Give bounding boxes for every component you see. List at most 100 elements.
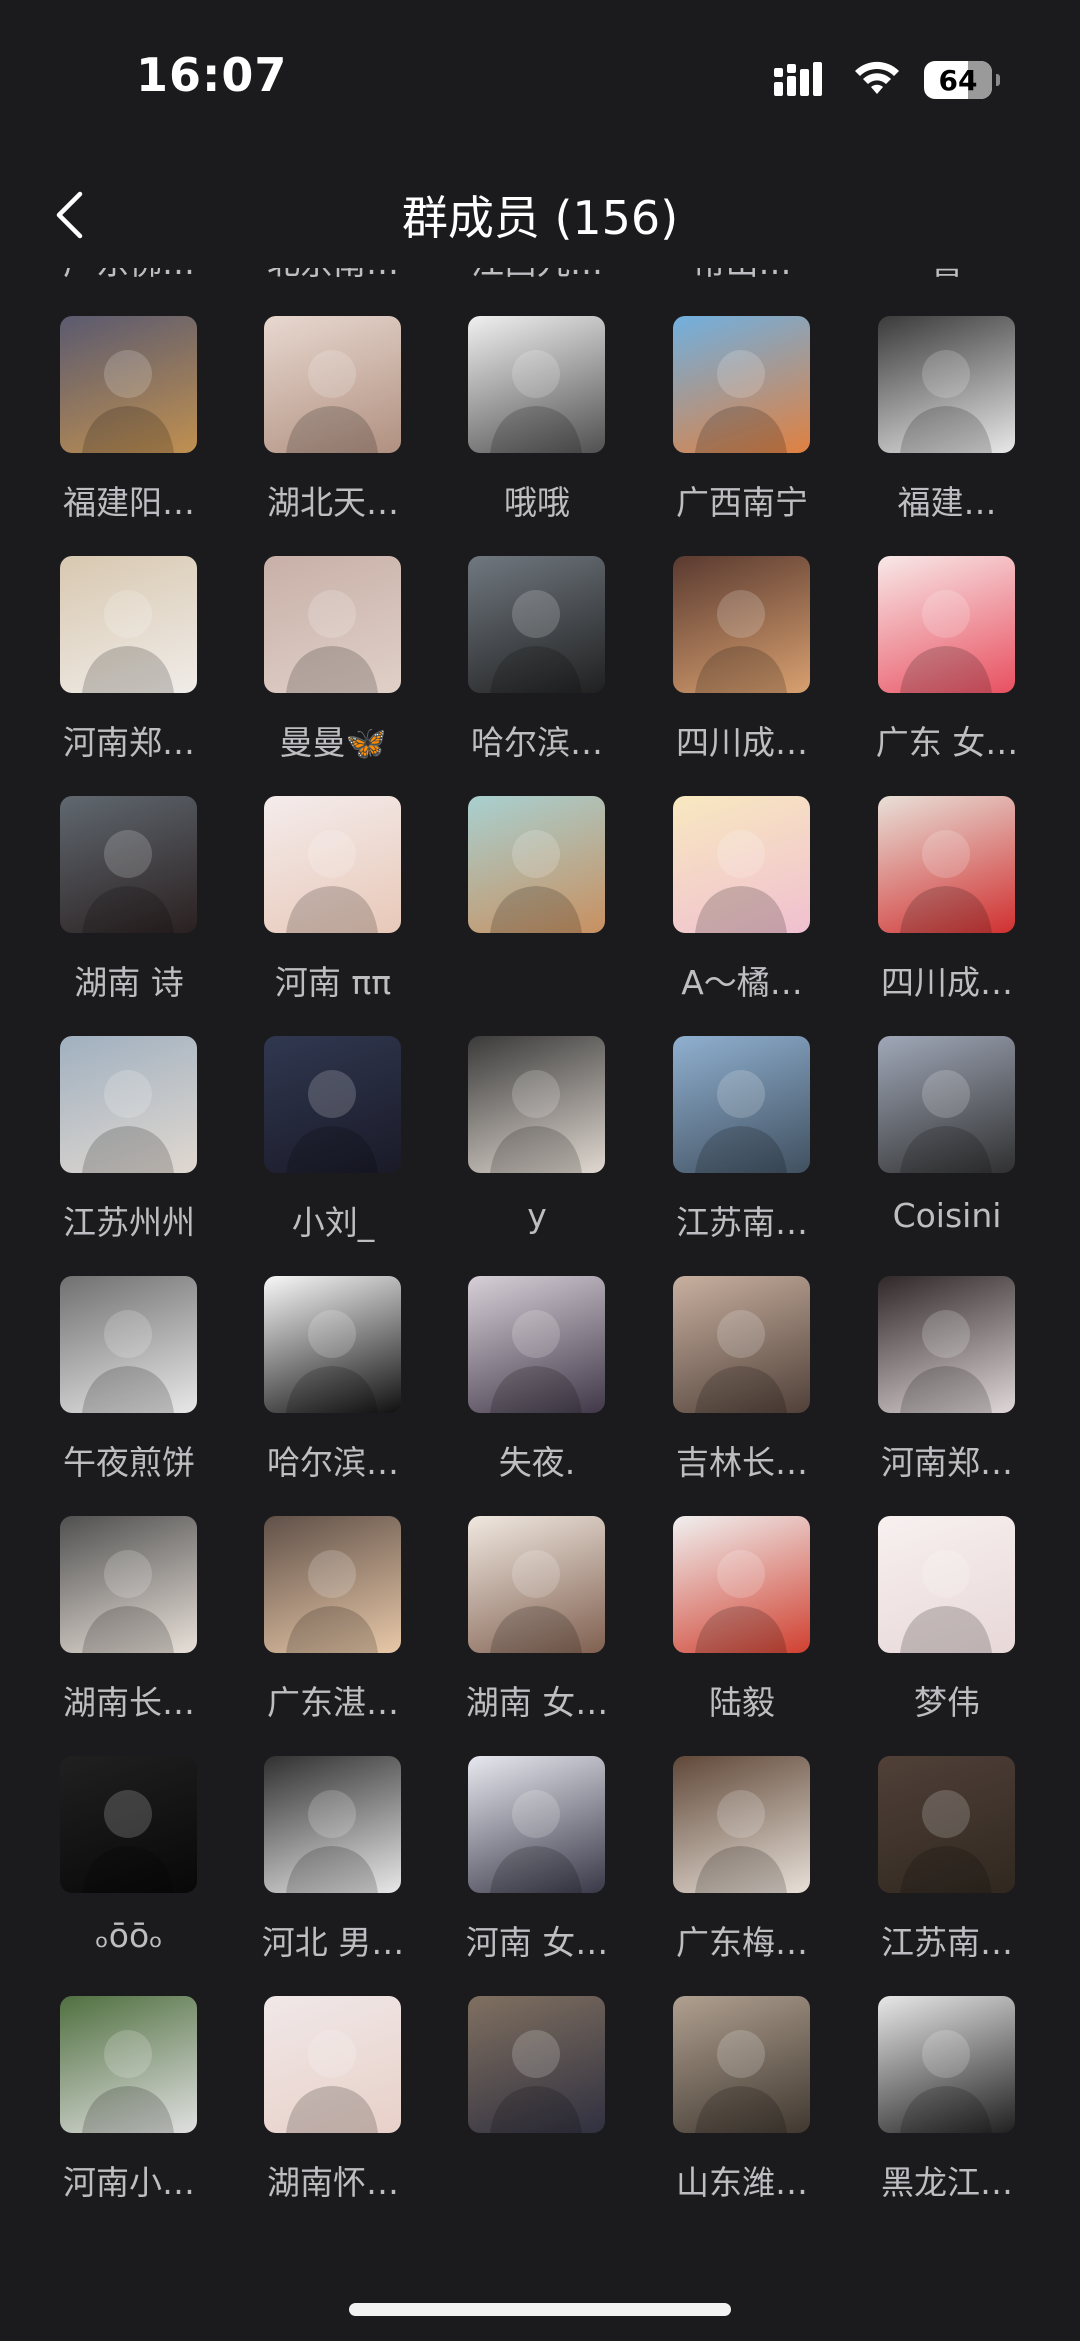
member-item[interactable]: 河南郑… (845, 1276, 1049, 1496)
member-name: 喜 (845, 268, 1049, 284)
member-avatar[interactable] (264, 316, 401, 453)
avatar-image (695, 350, 787, 453)
avatar-image (286, 590, 378, 693)
member-avatar[interactable] (673, 1036, 810, 1173)
member-avatar[interactable] (264, 1756, 401, 1893)
member-item[interactable]: 河南小… (27, 1996, 231, 2216)
member-item[interactable]: 广东 女… (845, 556, 1049, 776)
member-avatar[interactable] (60, 556, 197, 693)
member-item[interactable]: 哦哦 (435, 316, 639, 536)
member-avatar[interactable] (878, 1276, 1015, 1413)
avatar-image (900, 1790, 992, 1893)
member-avatar[interactable] (878, 1516, 1015, 1653)
member-avatar[interactable] (878, 556, 1015, 693)
member-avatar[interactable] (878, 796, 1015, 933)
member-avatar[interactable] (878, 1756, 1015, 1893)
member-avatar[interactable] (878, 1996, 1015, 2133)
member-avatar[interactable] (60, 1756, 197, 1893)
member-item[interactable]: 湖北天… (231, 316, 435, 536)
member-avatar[interactable] (878, 1036, 1015, 1173)
member-item[interactable]: 湖南 女… (435, 1516, 639, 1736)
member-item[interactable]: ₒōōₒ (27, 1756, 231, 1976)
member-avatar[interactable] (673, 1756, 810, 1893)
member-item[interactable]: 北京南… (231, 268, 435, 296)
member-item[interactable]: 哈尔滨… (231, 1276, 435, 1496)
member-item[interactable]: 山东潍… (640, 1996, 844, 2216)
member-avatar[interactable] (673, 1996, 810, 2133)
member-avatar[interactable] (264, 796, 401, 933)
member-avatar[interactable] (60, 316, 197, 453)
member-avatar[interactable] (878, 316, 1015, 453)
member-item[interactable]: 河南 ππ (231, 796, 435, 1016)
member-avatar[interactable] (468, 1276, 605, 1413)
member-avatar[interactable] (60, 1036, 197, 1173)
member-avatar[interactable] (468, 796, 605, 933)
avatar-image (82, 1790, 174, 1893)
member-avatar[interactable] (673, 1516, 810, 1653)
member-item[interactable]: Coisini (845, 1036, 1049, 1256)
member-item[interactable]: 哈尔滨… (435, 556, 639, 776)
member-item[interactable]: 小刘_ (231, 1036, 435, 1256)
member-item[interactable]: 福建阳… (27, 316, 231, 536)
member-item[interactable] (435, 796, 639, 1016)
member-item[interactable]: 午夜煎饼 (27, 1276, 231, 1496)
member-item[interactable]: 江苏南… (845, 1756, 1049, 1976)
member-item[interactable]: 广东佛… (27, 268, 231, 296)
home-indicator[interactable] (349, 2303, 731, 2316)
member-item[interactable]: 湖南怀… (231, 1996, 435, 2216)
member-avatar[interactable] (60, 1996, 197, 2133)
member-avatar[interactable] (264, 1036, 401, 1173)
member-avatar[interactable] (468, 1516, 605, 1653)
member-avatar[interactable] (468, 1036, 605, 1173)
battery-icon: 64 (924, 61, 1000, 99)
group-members-screen: 16:07 64 群成员 (156) 福建阳… 湖北天… 哦哦 广西南宁 福建…… (0, 0, 1080, 2341)
member-avatar[interactable] (60, 796, 197, 933)
member-item[interactable]: 江苏州州 (27, 1036, 231, 1256)
avatar-image (900, 350, 992, 453)
member-avatar[interactable] (468, 556, 605, 693)
member-item[interactable]: 曼曼🦋 (231, 556, 435, 776)
member-avatar[interactable] (264, 1996, 401, 2133)
member-item[interactable]: 河北 男… (231, 1756, 435, 1976)
member-item[interactable]: 河南 女… (435, 1756, 639, 1976)
member-avatar[interactable] (468, 316, 605, 453)
member-item[interactable]: 湖南长… (27, 1516, 231, 1736)
member-item[interactable]: 江西九… (435, 268, 639, 296)
member-item[interactable]: 黑龙江… (845, 1996, 1049, 2216)
member-avatar[interactable] (60, 1276, 197, 1413)
member-item[interactable]: 福建… (845, 316, 1049, 536)
avatar-image (286, 1550, 378, 1653)
member-avatar[interactable] (673, 1276, 810, 1413)
member-item[interactable]: 常山… (640, 268, 844, 296)
member-item[interactable]: 河南郑… (27, 556, 231, 776)
member-item[interactable]: 四川成… (640, 556, 844, 776)
member-name: 江苏州州 (63, 1203, 195, 1242)
member-item[interactable]: y (435, 1036, 639, 1256)
member-grid-viewport[interactable]: 广东佛…北京南…江西九…常山…喜福建阳… 湖北天… 哦哦 广西南宁 福建… 河南郑… 曼曼🦋… (0, 268, 1080, 2341)
member-item[interactable]: 四川成… (845, 796, 1049, 1016)
avatar-image (695, 1550, 787, 1653)
member-item[interactable] (435, 1996, 639, 2216)
member-item[interactable]: 湖南 诗 (27, 796, 231, 1016)
member-avatar[interactable] (673, 316, 810, 453)
member-item[interactable]: 江苏南… (640, 1036, 844, 1256)
member-avatar[interactable] (468, 1756, 605, 1893)
member-avatar[interactable] (673, 556, 810, 693)
member-avatar[interactable] (264, 556, 401, 693)
member-item[interactable]: 失夜. (435, 1276, 639, 1496)
member-avatar[interactable] (264, 1516, 401, 1653)
member-item[interactable]: 广东梅… (640, 1756, 844, 1976)
member-item[interactable]: 吉林长… (640, 1276, 844, 1496)
member-avatar[interactable] (673, 796, 810, 933)
member-name: ₒōōₒ (95, 1916, 163, 1955)
battery-level: 64 (938, 63, 978, 97)
member-avatar[interactable] (264, 1276, 401, 1413)
member-item[interactable]: 陆毅 (640, 1516, 844, 1736)
member-avatar[interactable] (60, 1516, 197, 1653)
member-item[interactable]: A～橘… (640, 796, 844, 1016)
member-item[interactable]: 喜 (845, 268, 1049, 296)
member-item[interactable]: 广西南宁 (640, 316, 844, 536)
member-item[interactable]: 广东湛… (231, 1516, 435, 1736)
member-avatar[interactable] (468, 1996, 605, 2133)
member-item[interactable]: 梦伟 (845, 1516, 1049, 1736)
